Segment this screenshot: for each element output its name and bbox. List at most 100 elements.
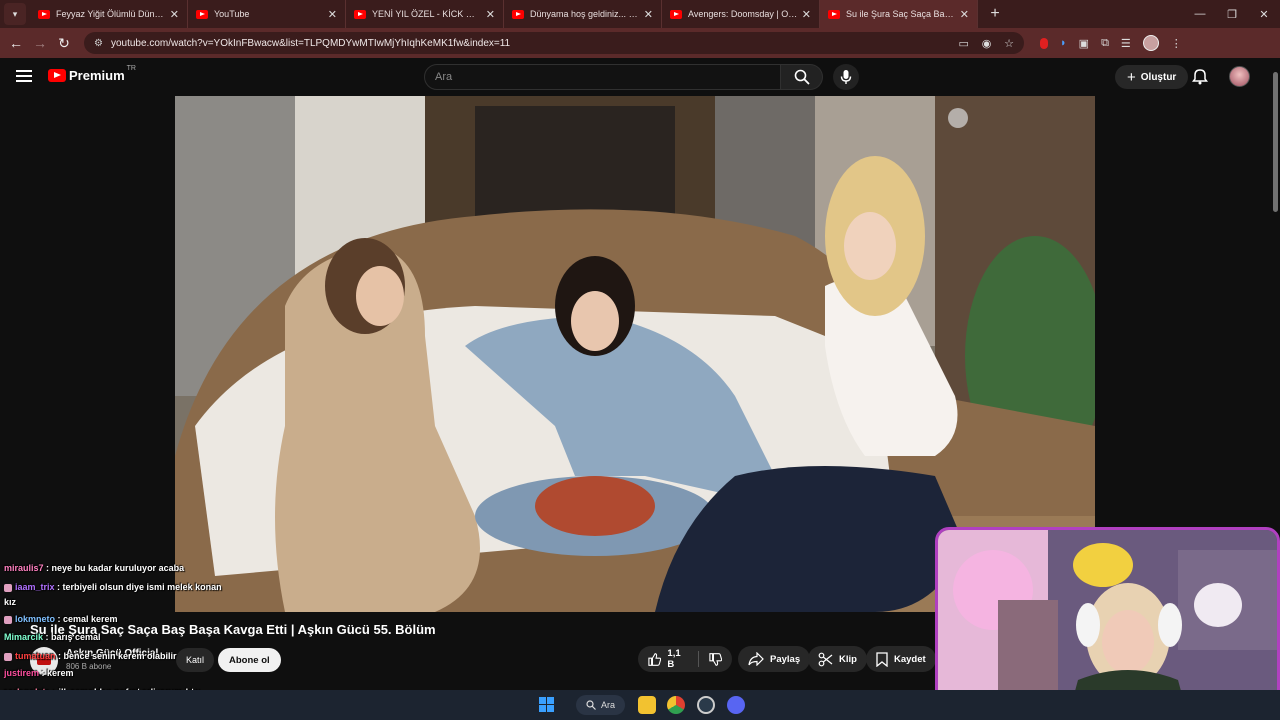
voice-search-button[interactable] <box>833 64 859 90</box>
back-icon[interactable]: ← <box>4 35 28 51</box>
chat-username: tumatuan <box>15 651 56 661</box>
sub-badge-icon <box>4 652 12 661</box>
youtube-premium-logo[interactable]: Premium TR <box>48 65 136 83</box>
close-tab-icon[interactable]: ✕ <box>802 8 811 21</box>
url-text: youtube.com/watch?v=YOkInFBwacw&list=TLP… <box>110 37 511 49</box>
chat-text: terbiyeli olsun diye ismi melek konan <box>62 582 222 592</box>
file-explorer-icon[interactable] <box>638 696 656 714</box>
youtube-logo-icon <box>48 69 66 82</box>
create-button[interactable]: + Oluştur <box>1115 65 1189 89</box>
bell-icon <box>1192 69 1208 85</box>
plus-icon: + <box>1127 68 1136 86</box>
chat-username: iaam_trix <box>15 582 55 592</box>
share-button[interactable]: Paylaş <box>738 646 811 672</box>
browser-tab-strip: ▾ Feyyaz Yiğit Ölümlü Dünya Sah✕ YouTube… <box>0 0 1280 28</box>
bookmark-star-icon[interactable]: ☆ <box>1004 38 1014 50</box>
extension-red-icon[interactable] <box>1040 37 1048 49</box>
restore-icon[interactable]: ❐ <box>1216 8 1248 21</box>
extension-audio-icon[interactable]: ◗ <box>1060 37 1067 49</box>
scrollbar-thumb[interactable] <box>1273 72 1278 212</box>
youtube-favicon-icon <box>38 9 50 19</box>
sub-badge-icon <box>4 583 12 592</box>
youtube-favicon-icon <box>196 9 208 19</box>
search-icon <box>794 69 810 85</box>
address-bar[interactable]: ⚙ youtube.com/watch?v=YOkInFBwacw&list=T… <box>84 32 1024 54</box>
search-button[interactable] <box>781 64 823 90</box>
close-tab-icon[interactable]: ✕ <box>328 8 337 21</box>
chat-message: justirem : kerem <box>4 668 74 678</box>
chat-message: lokmneto : cemal kerem <box>4 611 118 628</box>
browser-tab[interactable]: Avengers: Doomsday | Only in ✕ <box>662 0 820 28</box>
reading-list-icon[interactable]: ☰ <box>1121 37 1131 50</box>
chat-username: miraulis7 <box>4 563 44 573</box>
new-tab-button[interactable]: + <box>984 5 1006 23</box>
webcam-scene <box>938 530 1277 717</box>
extensions-area: ◗ ▣ ⧉ ☰ ⋮ <box>1040 35 1182 51</box>
youtube-favicon-icon <box>828 9 840 19</box>
browser-tab[interactable]: Feyyaz Yiğit Ölümlü Dünya Sah✕ <box>30 0 188 28</box>
share-icon <box>748 652 764 666</box>
minimize-icon[interactable]: — <box>1184 8 1216 21</box>
profile-avatar[interactable] <box>1142 35 1159 51</box>
close-tab-icon[interactable]: ✕ <box>960 8 969 21</box>
chat-text: kerem <box>47 668 74 678</box>
browser-toolbar: ← → ↻ ⚙ youtube.com/watch?v=YOkInFBwacw&… <box>0 28 1280 58</box>
browser-tab[interactable]: YENİ YIL ÖZEL - KİCK WRAPPED✕ <box>346 0 504 28</box>
chat-text: kız <box>4 597 17 607</box>
save-button[interactable]: Kaydet <box>866 646 936 672</box>
bookmark-icon <box>876 651 888 667</box>
chat-text: neye bu kadar kuruluyor acaba <box>51 563 185 573</box>
site-info-icon[interactable]: ⚙ <box>94 38 103 49</box>
youtube-favicon-icon <box>670 9 682 19</box>
notifications-button[interactable] <box>1192 68 1208 90</box>
youtube-header: Premium TR Ara + Oluştur <box>0 58 1280 96</box>
tab-search-dropdown-icon[interactable]: ▾ <box>4 3 26 25</box>
browser-menu-icon[interactable]: ⋮ <box>1171 37 1182 50</box>
forward-icon[interactable]: → <box>28 35 52 51</box>
thumbs-up-icon[interactable] <box>648 652 662 667</box>
taskbar-search[interactable]: Ara <box>576 695 626 715</box>
discord-icon[interactable] <box>727 696 745 714</box>
tracking-protection-icon[interactable]: ◉ <box>982 38 992 50</box>
steam-icon[interactable] <box>697 696 715 714</box>
hamburger-menu-icon[interactable] <box>16 70 32 82</box>
close-tab-icon[interactable]: ✕ <box>644 8 653 21</box>
clip-button[interactable]: Klip <box>808 646 867 672</box>
chat-message: iaam_trix : terbiyeli olsun diye ismi me… <box>4 579 222 596</box>
chat-message: kız <box>4 594 16 611</box>
extensions-puzzle-icon[interactable]: ⧉ <box>1101 37 1109 50</box>
window-controls: — ❐ ✕ <box>1184 8 1280 21</box>
windows-start-icon[interactable] <box>539 697 554 712</box>
browser-tab[interactable]: YouTube ✕ <box>188 0 346 28</box>
youtube-favicon-icon <box>354 9 366 19</box>
chat-username: justirem <box>4 668 40 678</box>
like-dislike-group: 1,1 B <box>638 646 732 672</box>
like-divider <box>697 651 699 667</box>
scissors-icon <box>818 652 833 666</box>
chat-message: Mimarcik : barış cemal <box>4 632 101 642</box>
chat-username: lokmneto <box>15 614 56 624</box>
close-tab-icon[interactable]: ✕ <box>170 8 179 21</box>
chat-message: tumatuan : bence senin kerem olabilir <box>4 648 177 665</box>
thumbs-down-icon[interactable] <box>708 652 722 667</box>
search-icon <box>586 700 596 710</box>
chat-text: bence senin kerem olabilir <box>63 651 177 661</box>
chat-message: miraulis7 : neye bu kadar kuruluyor acab… <box>4 563 185 573</box>
microphone-icon <box>840 70 852 84</box>
browser-tab[interactable]: Dünyama hoş geldiniz... - YouTu✕ <box>504 0 662 28</box>
windows-taskbar: Ara <box>0 690 1280 720</box>
browser-tab-active[interactable]: Su ile Şura Saç Saça Başa Ba ✕ <box>820 0 978 28</box>
like-count[interactable]: 1,1 B <box>667 648 687 670</box>
search-input[interactable]: Ara <box>424 64 781 90</box>
chrome-icon[interactable] <box>667 696 685 714</box>
reload-icon[interactable]: ↻ <box>52 35 76 52</box>
install-app-icon[interactable]: ▭ <box>959 38 969 50</box>
extension-box-icon[interactable]: ▣ <box>1079 37 1089 50</box>
account-avatar[interactable] <box>1229 66 1250 87</box>
chat-text: barış cemal <box>51 632 101 642</box>
chat-text: cemal kerem <box>63 614 118 624</box>
sub-badge-icon <box>4 615 12 624</box>
close-tab-icon[interactable]: ✕ <box>486 8 495 21</box>
close-window-icon[interactable]: ✕ <box>1248 8 1280 21</box>
chat-username: Mimarcik <box>4 632 44 642</box>
